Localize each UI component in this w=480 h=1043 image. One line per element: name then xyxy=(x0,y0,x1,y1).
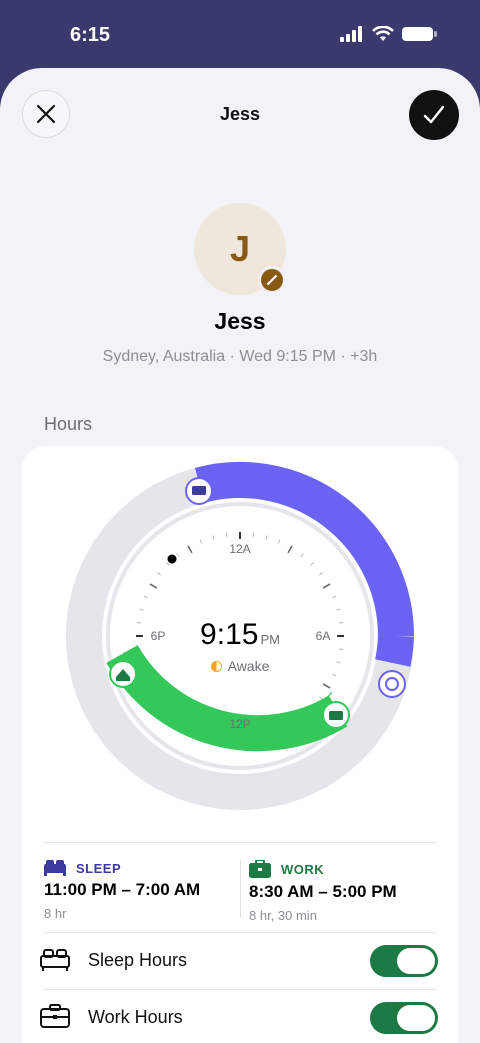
edit-avatar-button[interactable] xyxy=(258,266,286,294)
profile-name: Jess xyxy=(214,308,266,334)
clock-label-12p: 12P xyxy=(229,717,250,731)
edit-person-sheet: Jess J Jess Sydney, Australia · Wed 9:15… xyxy=(0,68,480,1043)
work-duration: 8 hr, 30 min xyxy=(249,908,317,923)
sleep-duration: 8 hr xyxy=(44,906,67,921)
toggle-knob xyxy=(397,948,435,974)
clock-tick xyxy=(225,532,228,537)
divider xyxy=(44,842,436,843)
cellular-signal-icon xyxy=(340,26,362,42)
current-local-time: 9:15 PM xyxy=(22,618,458,652)
current-time-value: 9:15 xyxy=(200,618,259,651)
briefcase-icon xyxy=(249,860,271,878)
checkmark-icon xyxy=(423,105,445,124)
battery-icon xyxy=(402,27,437,41)
summary-divider xyxy=(240,860,241,918)
nav-title: Jess xyxy=(219,104,261,124)
sleep-hours-label: Sleep Hours xyxy=(88,950,188,970)
work-end-handle[interactable] xyxy=(322,701,350,729)
work-hours-row: Work Hours xyxy=(22,990,458,1043)
work-summary[interactable]: WORK 8:30 AM – 5:00 PM 8 hr, 30 min xyxy=(249,860,397,923)
work-hours-label: Work Hours xyxy=(88,1007,183,1027)
status-bar: 6:15 xyxy=(0,0,480,68)
clock-label-12a: 12A xyxy=(229,542,250,556)
current-time-meridiem: PM xyxy=(260,632,280,647)
sleep-hours-toggle[interactable] xyxy=(370,945,438,977)
status-time: 6:15 xyxy=(70,24,111,46)
briefcase-outline-icon xyxy=(40,1004,70,1028)
sleep-range: 11:00 PM – 7:00 AM xyxy=(44,880,201,899)
pencil-icon xyxy=(267,275,277,285)
sleep-summary[interactable]: SLEEP 11:00 PM – 7:00 AM 8 hr xyxy=(44,860,200,921)
sleep-label: SLEEP xyxy=(76,860,122,876)
bed-outline-icon xyxy=(40,949,70,971)
sleep-end-handle[interactable] xyxy=(378,670,406,698)
sleep-hours-row: Sleep Hours xyxy=(22,933,458,989)
sleep-start-handle[interactable] xyxy=(185,477,213,505)
current-time-marker xyxy=(167,554,177,564)
toggle-knob xyxy=(397,1005,435,1031)
hours-section-title: Hours xyxy=(44,414,93,434)
hours-card: 12A 6A 12P 6P 9:15 PM Awake SLEEP 11:00 … xyxy=(22,446,458,1043)
wifi-icon xyxy=(372,26,394,41)
awake-label: Awake xyxy=(227,658,270,674)
work-label: WORK xyxy=(281,861,325,877)
clock-tick xyxy=(252,532,255,537)
awake-status: Awake xyxy=(22,658,458,674)
awake-icon xyxy=(210,661,222,672)
profile-location-time: Sydney, Australia · Wed 9:15 PM · +3h xyxy=(102,348,378,365)
work-range: 8:30 AM – 5:00 PM xyxy=(249,882,397,901)
status-icons xyxy=(340,26,438,42)
work-hours-toggle[interactable] xyxy=(370,1002,438,1034)
bed-icon xyxy=(44,860,66,876)
done-button[interactable] xyxy=(409,90,459,140)
